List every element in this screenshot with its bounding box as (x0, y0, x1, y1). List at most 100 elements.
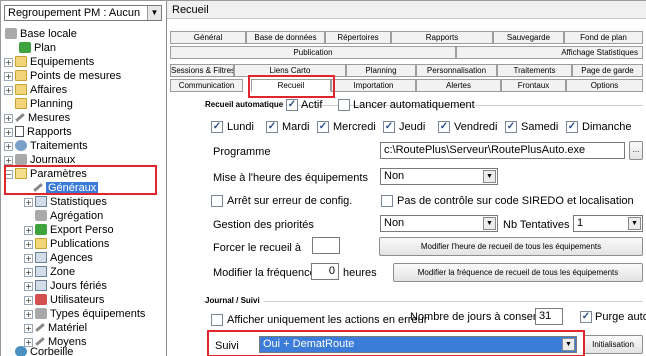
tab-options[interactable]: Options (566, 79, 643, 92)
vendredi-label: Vendredi (454, 121, 498, 133)
purge-checkbox[interactable]: ✓ (580, 311, 592, 323)
tree-item-mesures[interactable]: Mesures (15, 111, 70, 125)
tab-page-de-garde[interactable]: Page de garde (572, 64, 643, 77)
tree-item-types-equipements[interactable]: Types équipements (35, 307, 145, 321)
afficher-erreur-checkbox[interactable] (211, 314, 223, 326)
materiel-icon (35, 323, 45, 332)
tab-publication[interactable]: Publication (170, 46, 456, 59)
jeudi-checkbox[interactable]: ✓ (383, 121, 395, 133)
dimanche-label: Dimanche (582, 121, 632, 133)
chevron-down-icon[interactable]: ▼ (483, 217, 496, 230)
expand-icon[interactable]: + (24, 268, 33, 277)
arret-checkbox[interactable] (211, 195, 223, 207)
forcer-label: Forcer le recueil à (213, 242, 302, 254)
tree-item-jours-feries[interactable]: Jours fériés (35, 279, 107, 293)
programme-input[interactable]: c:\RoutePlus\Serveur\RoutePlusAuto.exe (380, 142, 625, 159)
tree-item-traitements[interactable]: Traitements (15, 139, 88, 153)
lancer-checkbox[interactable] (338, 99, 350, 111)
tree-item-equipements[interactable]: Equipements (15, 55, 94, 69)
tree-item-zone[interactable]: Zone (35, 265, 75, 279)
tree-item-agregation[interactable]: Agrégation (35, 209, 103, 223)
heures-label: heures (343, 267, 377, 279)
tab-planning[interactable]: Planning (346, 64, 416, 77)
tree-item-rapports[interactable]: Rapports (15, 125, 72, 139)
tree-item-materiel[interactable]: Matériel (35, 321, 87, 335)
expand-icon[interactable]: + (4, 86, 13, 95)
tab-alertes[interactable]: Alertes (416, 79, 501, 92)
expand-icon[interactable]: + (24, 310, 33, 319)
initialisation-button[interactable]: Initialisation (583, 335, 643, 354)
samedi-checkbox[interactable]: ✓ (505, 121, 517, 133)
tab-affichage-statistiques[interactable]: Affichage Statistiques (456, 46, 643, 59)
tab-sauvegarde[interactable]: Sauvegarde (493, 31, 564, 44)
tree-item-publications[interactable]: Publications (35, 237, 109, 251)
expand-icon[interactable]: + (24, 282, 33, 291)
chevron-down-icon[interactable]: ▼ (147, 6, 161, 20)
tree-item-agences[interactable]: Agences (35, 251, 93, 265)
expand-icon[interactable]: + (4, 114, 13, 123)
tree-item-base-locale[interactable]: Base locale (5, 27, 77, 41)
tab-fond-de-plan[interactable]: Fond de plan (564, 31, 643, 44)
mercredi-label: Mercredi (333, 121, 376, 133)
modif-frequence-input[interactable]: 0 (311, 263, 339, 280)
modifier-frequence-button[interactable]: Modifier la fréquence de recueil de tous… (393, 263, 643, 282)
tab-traitements[interactable]: Traitements (497, 64, 572, 77)
gestion-select[interactable]: Non ▼ (380, 215, 498, 232)
expand-icon[interactable]: + (24, 226, 33, 235)
browse-button[interactable]: ... (629, 141, 643, 160)
regroupement-value: Regroupement PM : Aucun (8, 7, 141, 19)
lundi-label: Lundi (227, 121, 254, 133)
mardi-checkbox[interactable]: ✓ (266, 121, 278, 133)
chevron-down-icon[interactable]: ▼ (483, 170, 496, 183)
tree-item-points-de-mesures[interactable]: Points de mesures (15, 69, 121, 83)
expand-icon[interactable]: + (4, 156, 13, 165)
tab-personnalisation[interactable]: Personnalisation (416, 64, 497, 77)
expand-icon[interactable]: + (24, 296, 33, 305)
settings-panel: Recueil Général Base de données Répertoi… (167, 1, 646, 356)
tab-base-de-donnees[interactable]: Base de données (246, 31, 325, 44)
tab-general[interactable]: Général (170, 31, 246, 44)
tab-importation[interactable]: Importation (331, 79, 416, 92)
regroupement-select[interactable]: Regroupement PM : Aucun ▼ (4, 5, 162, 21)
recueil-group-header: Recueil automatique (205, 100, 288, 109)
expand-icon[interactable]: + (24, 240, 33, 249)
nb-jours-input[interactable]: 31 (535, 308, 563, 325)
actif-label: Actif (301, 99, 323, 111)
tab-repertoires[interactable]: Répertoires (325, 31, 391, 44)
tab-sessions-filtres[interactable]: Sessions & Filtres (170, 64, 234, 77)
mercredi-checkbox[interactable]: ✓ (317, 121, 329, 133)
chevron-down-icon[interactable]: ▼ (628, 217, 641, 230)
pas-controle-checkbox[interactable] (381, 195, 393, 207)
tab-rapports[interactable]: Rapports (391, 31, 493, 44)
tab-communication[interactable]: Communication (170, 79, 243, 92)
expand-icon[interactable]: + (4, 128, 13, 137)
vendredi-checkbox[interactable]: ✓ (438, 121, 450, 133)
expand-icon[interactable]: + (24, 254, 33, 263)
tree-item-export-perso[interactable]: Export Perso (35, 223, 114, 237)
forcer-input[interactable] (312, 237, 340, 254)
nb-tentatives-select[interactable]: 1 ▼ (573, 215, 643, 232)
lundi-checkbox[interactable]: ✓ (211, 121, 223, 133)
tree-item-affaires[interactable]: Affaires (15, 83, 67, 97)
modifier-heure-button[interactable]: Modifier l'heure de recueil de tous les … (379, 237, 643, 256)
tree-item-utilisateurs[interactable]: Utilisateurs (35, 293, 104, 307)
expand-icon[interactable]: + (24, 198, 33, 207)
expand-icon[interactable]: + (4, 142, 13, 151)
expand-icon[interactable]: + (4, 72, 13, 81)
tree-item-plan[interactable]: Plan (19, 41, 56, 55)
journal-group-header: Journal / Suivi (205, 296, 264, 305)
tree-item-planning[interactable]: Planning (15, 97, 73, 111)
tab-frontaux[interactable]: Frontaux (501, 79, 566, 92)
expand-icon[interactable]: + (24, 324, 33, 333)
expand-icon[interactable]: + (4, 58, 13, 67)
dimanche-checkbox[interactable]: ✓ (566, 121, 578, 133)
tree-item-statistiques[interactable]: Statistiques (35, 195, 107, 209)
tree-item-corbeille[interactable]: Corbeille (15, 345, 73, 356)
mardi-label: Mardi (282, 121, 310, 133)
app-window: Regroupement PM : Aucun ▼ Base locale Pl… (0, 0, 646, 356)
statistics-icon (35, 196, 47, 207)
journal-icon (15, 154, 27, 165)
highlight-box (4, 165, 157, 195)
actif-checkbox[interactable]: ✓ (286, 99, 298, 111)
mise-heure-select[interactable]: Non ▼ (380, 168, 498, 185)
